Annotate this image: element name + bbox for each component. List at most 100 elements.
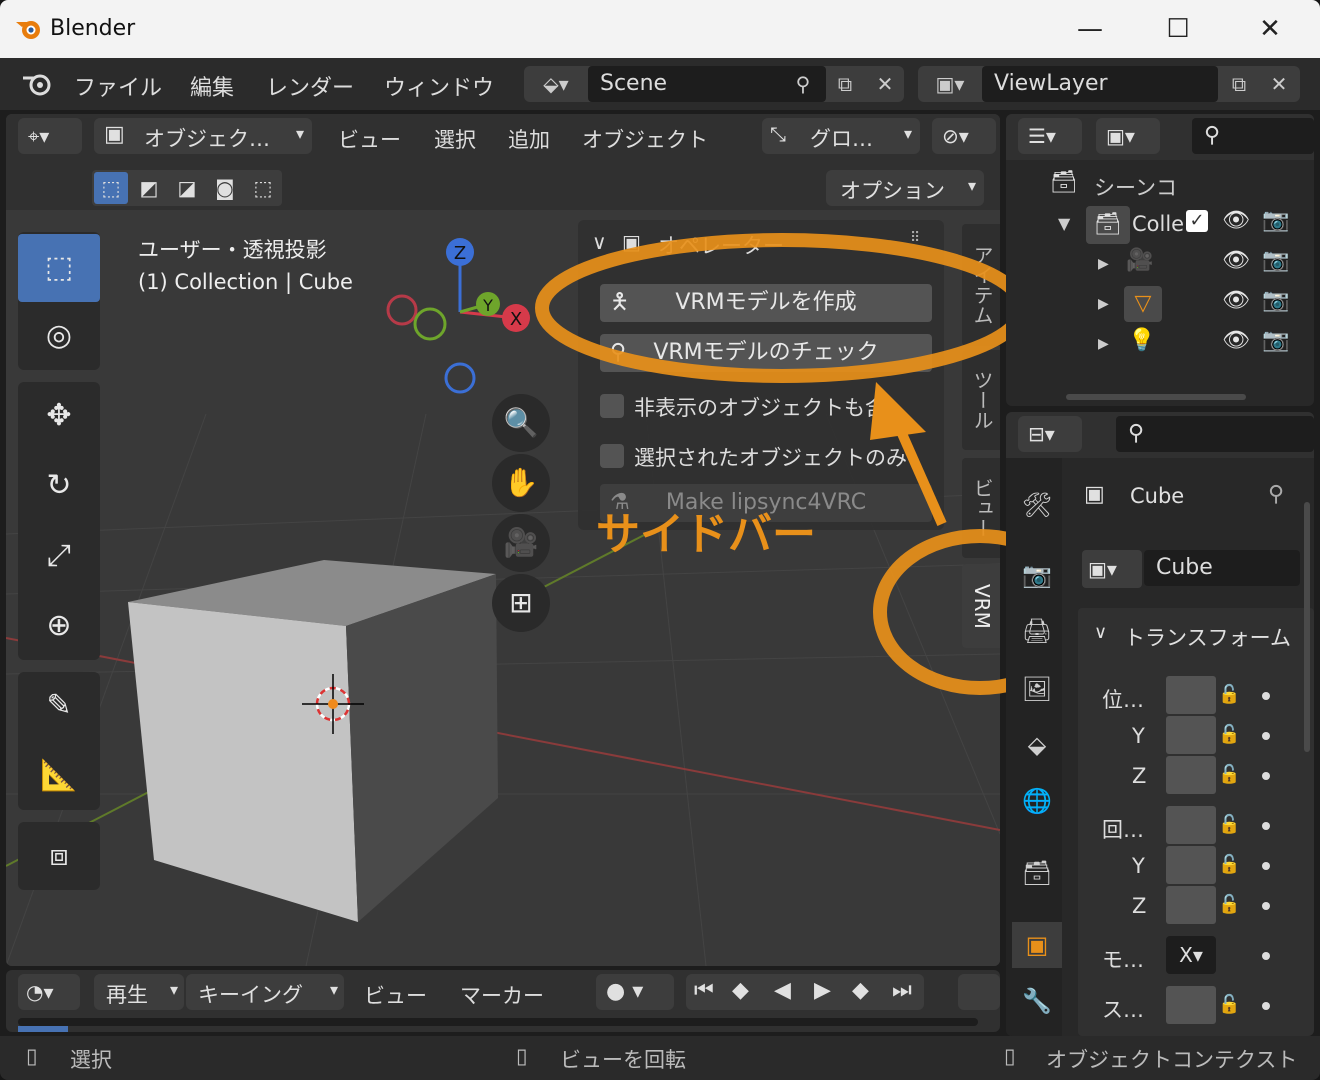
rotation-z-field[interactable]	[1166, 886, 1216, 924]
eye-icon[interactable]: 👁	[1222, 208, 1250, 233]
rotation-mode-value: X	[1179, 943, 1193, 967]
location-z-label: Z	[1132, 764, 1147, 788]
rotation-y-label: Y	[1132, 854, 1145, 878]
keyframe-dot-icon[interactable]	[1262, 1002, 1270, 1010]
lock-icon[interactable]: 🔓	[1218, 764, 1240, 785]
output-tab-icon[interactable]: 🖨	[1012, 608, 1062, 654]
lock-icon[interactable]: 🔓	[1218, 684, 1240, 705]
lock-icon[interactable]: 🔓	[1218, 994, 1240, 1015]
camera-icon[interactable]: 📷	[1262, 248, 1289, 273]
camera-icon[interactable]: 📷	[1262, 208, 1289, 233]
lock-icon[interactable]: 🔓	[1218, 724, 1240, 745]
view-layer-tab-icon[interactable]: 🖼	[1012, 666, 1062, 712]
rotation-mode-selector[interactable]: X▾	[1166, 936, 1216, 974]
mouse-right-icon: ▯	[1004, 1044, 1016, 1068]
properties-editor: ⊟▾ ⚲ 🛠 📷 🖨 🖼 ⬙ 🌐 🗃 ▣ 🔧 ▣ Cube ⚲ ▣▾ Cube …	[1006, 412, 1314, 1036]
keyframe-dot-icon[interactable]	[1262, 952, 1270, 960]
pin-icon[interactable]: ⚲	[1268, 482, 1284, 507]
camera-object-icon[interactable]: 🎥	[1126, 248, 1153, 273]
keyframe-dot-icon[interactable]	[1262, 822, 1270, 830]
outliner-icon: ☰▾	[1028, 124, 1056, 148]
prev-keyframe-icon[interactable]: ◆	[732, 978, 749, 1003]
next-keyframe-icon[interactable]: ◆	[852, 978, 869, 1003]
collection-tab-icon[interactable]: 🗃	[1012, 850, 1062, 896]
keying-menu[interactable]: キーイング ▾	[186, 974, 344, 1010]
lock-icon[interactable]: 🔓	[1218, 894, 1240, 915]
object-tab-icon[interactable]: ▣	[1012, 922, 1062, 968]
display-mode-selector[interactable]: ▣▾	[1096, 118, 1160, 154]
lock-icon[interactable]: 🔓	[1218, 854, 1240, 875]
eye-icon[interactable]: 👁	[1222, 288, 1250, 313]
playback-label: 再生	[106, 983, 148, 1007]
playback-menu[interactable]: 再生 ▾	[94, 974, 184, 1010]
collection-label[interactable]: Colle	[1132, 212, 1184, 236]
outliner-search-input[interactable]: ⚲	[1192, 118, 1314, 154]
scale-x-label: ス…	[1102, 998, 1144, 1022]
display-mode-icon: ▣▾	[1106, 124, 1135, 148]
scale-x-field[interactable]	[1166, 986, 1216, 1024]
expand-collection-icon[interactable]: ▼	[1058, 214, 1070, 233]
expand-cube-icon[interactable]: ▶	[1098, 296, 1109, 312]
rotation-y-field[interactable]	[1166, 846, 1216, 884]
panel-collapse-icon[interactable]: ∨	[1094, 622, 1107, 643]
jump-start-icon[interactable]: ⏮	[694, 978, 714, 1003]
camera-icon[interactable]: 📷	[1262, 328, 1289, 353]
properties-search-input[interactable]: ⚲	[1116, 416, 1314, 452]
keyframe-dot-icon[interactable]	[1262, 732, 1270, 740]
properties-editor-type[interactable]: ⊟▾	[1018, 416, 1082, 452]
rotation-x-label: 回…	[1102, 818, 1144, 842]
outliner-scrollbar[interactable]	[1066, 394, 1246, 400]
modifier-tab-icon[interactable]: 🔧	[1012, 978, 1062, 1024]
eye-icon[interactable]: 👁	[1222, 248, 1250, 273]
status-select: 選択	[70, 1048, 112, 1072]
clock-icon: ◔▾	[26, 980, 54, 1004]
play-reverse-icon[interactable]: ◀	[774, 978, 791, 1003]
timeline-scrubber[interactable]	[18, 1018, 978, 1026]
scene-collection-label: シーンコ	[1094, 176, 1177, 200]
properties-icon: ⊟▾	[1028, 422, 1055, 446]
mesh-object-icon[interactable]: ▽	[1124, 286, 1162, 322]
location-z-field[interactable]	[1166, 756, 1216, 794]
properties-scrollbar[interactable]	[1304, 502, 1310, 752]
light-object-icon[interactable]: 💡	[1128, 328, 1155, 353]
frame-field[interactable]	[958, 974, 1000, 1010]
eye-icon[interactable]: 👁	[1222, 328, 1250, 353]
chevron-down-icon: ▾	[329, 980, 338, 999]
keyframe-dot-icon[interactable]	[1262, 902, 1270, 910]
chevron-down-icon: ▾	[169, 980, 178, 999]
render-tab-icon[interactable]: 📷	[1012, 552, 1062, 598]
playback-controls: ⏮ ◆ ◀ ▶ ◆ ⏭	[686, 974, 924, 1010]
scene-tab-icon[interactable]: ⬙	[1012, 722, 1062, 768]
expand-camera-icon[interactable]: ▶	[1098, 256, 1109, 272]
timeline-menu-marker[interactable]: マーカー	[460, 980, 544, 1010]
outliner-editor-type[interactable]: ☰▾	[1018, 118, 1082, 154]
object-type-icon[interactable]: ▣▾	[1082, 550, 1142, 588]
status-rotate-view: ビューを回転	[560, 1048, 686, 1072]
keyframe-dot-icon[interactable]	[1262, 862, 1270, 870]
transform-section-title: トランスフォーム	[1124, 626, 1291, 650]
current-frame-indicator[interactable]	[18, 1026, 68, 1032]
play-icon[interactable]: ▶	[814, 978, 831, 1003]
mouse-left-icon: ▯	[26, 1044, 38, 1068]
world-tab-icon[interactable]: 🌐	[1012, 778, 1062, 824]
expand-light-icon[interactable]: ▶	[1098, 336, 1109, 352]
location-x-field[interactable]	[1166, 676, 1216, 714]
timeline-menu-view[interactable]: ビュー	[364, 980, 427, 1010]
timeline-editor-type[interactable]: ◔▾	[18, 974, 80, 1010]
record-icon: ● ▾	[606, 979, 644, 1004]
record-button[interactable]: ● ▾	[596, 974, 674, 1010]
lock-icon[interactable]: 🔓	[1218, 814, 1240, 835]
jump-end-icon[interactable]: ⏭	[892, 978, 912, 1003]
object-name-field[interactable]: Cube	[1144, 550, 1300, 586]
search-icon: ⚲	[1128, 421, 1145, 446]
keyframe-dot-icon[interactable]	[1262, 772, 1270, 780]
keyframe-dot-icon[interactable]	[1262, 692, 1270, 700]
outliner: ☰▾ ▣▾ ⚲ 🗃 シーンコ ▼ 🗃 Colle ✓ 👁 📷 ▶ 🎥 👁 📷 ▶…	[1006, 114, 1314, 406]
tool-tab-icon[interactable]: 🛠	[1012, 482, 1062, 528]
collection-checkbox[interactable]: ✓	[1186, 210, 1208, 232]
location-y-field[interactable]	[1166, 716, 1216, 754]
scene-collection-icon: 🗃	[1050, 170, 1078, 195]
camera-icon[interactable]: 📷	[1262, 288, 1289, 313]
search-icon: ⚲	[1204, 123, 1221, 148]
rotation-x-field[interactable]	[1166, 806, 1216, 844]
